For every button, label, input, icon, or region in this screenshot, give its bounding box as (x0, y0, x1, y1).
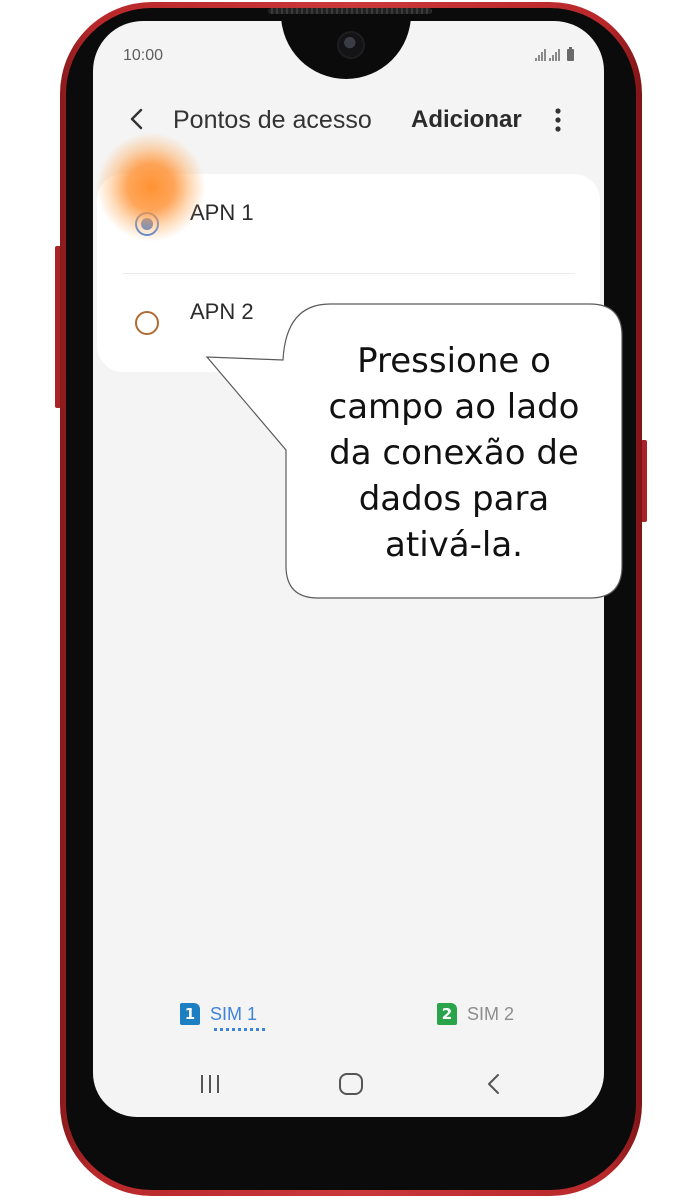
phone-screen: 10:00 Pontos de acesso Adicionar APN 1 A… (93, 21, 604, 1117)
radio-unselected[interactable] (135, 311, 159, 335)
tab-sim-2[interactable]: 2 SIM 2 (437, 1003, 514, 1025)
back-icon[interactable] (481, 1067, 507, 1101)
speaker-grill (268, 8, 432, 14)
apn-item[interactable]: APN 1 (97, 174, 600, 273)
stage: 10:00 Pontos de acesso Adicionar APN 1 A… (0, 0, 700, 1200)
signal-icon (535, 49, 546, 61)
active-tab-indicator (214, 1028, 266, 1031)
status-icons (535, 47, 574, 61)
navigation-bar (93, 1067, 604, 1101)
tab-sim-1[interactable]: 1 SIM 1 (180, 1003, 257, 1025)
front-camera (337, 31, 365, 59)
radio-selected[interactable] (135, 212, 159, 236)
battery-icon (567, 47, 574, 61)
home-icon[interactable] (338, 1067, 364, 1101)
tab-label: SIM 2 (467, 1003, 515, 1024)
page-title: Pontos de acesso (173, 106, 372, 134)
app-header: Pontos de acesso Adicionar (93, 91, 604, 147)
add-button[interactable]: Adicionar (411, 106, 522, 134)
sim-1-icon: 1 (180, 1003, 200, 1025)
chevron-left-icon[interactable] (123, 105, 151, 133)
recent-apps-icon[interactable] (197, 1067, 223, 1101)
apn-label: APN 2 (190, 299, 254, 324)
signal-icon (549, 49, 560, 61)
apn-label: APN 1 (190, 200, 254, 225)
callout-text: Pressione o campo ao lado da conexão de … (328, 341, 580, 565)
more-vert-icon[interactable] (545, 105, 571, 135)
status-time: 10:00 (123, 47, 164, 64)
sim-2-icon: 2 (437, 1003, 457, 1025)
tab-label: SIM 1 (210, 1003, 258, 1024)
